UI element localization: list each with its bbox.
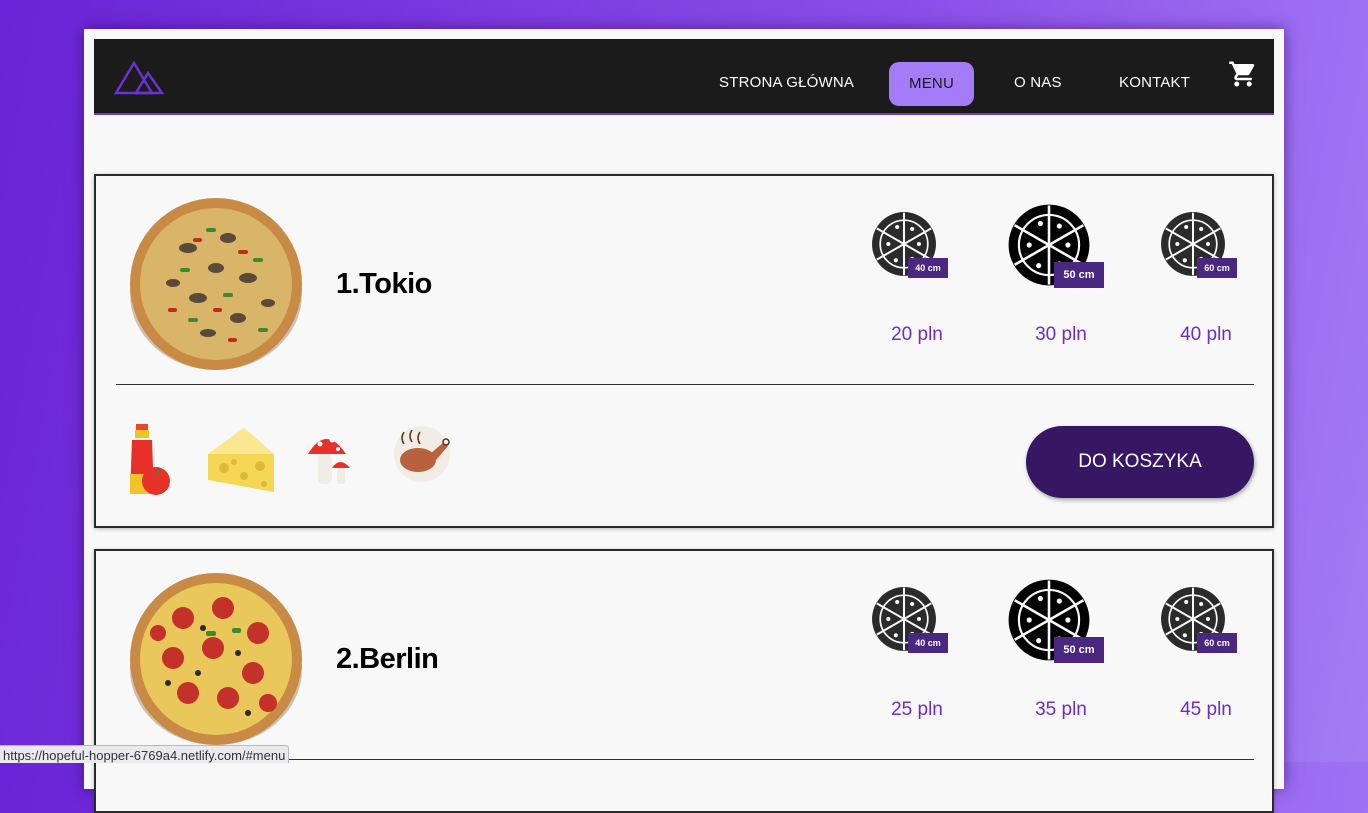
cheese-icon [208, 428, 274, 492]
add-to-cart-button[interactable]: DO KOSZYKA [1026, 426, 1254, 498]
status-bar-url: https://hopeful-hopper-6769a4.netlify.co… [0, 745, 290, 763]
nav-link-contact[interactable]: KONTAKT [1119, 61, 1190, 105]
size-badge: 60 cm [1197, 633, 1237, 653]
pizza-card: 1.Tokio 40 cm 20 pln 50 cm 30 pln 60 cm … [94, 174, 1274, 528]
price-label: 25 pln [891, 699, 943, 720]
nav-link-about[interactable]: O NAS [1014, 61, 1062, 105]
size-badge: 40 cm [908, 258, 948, 278]
price-label: 40 pln [1180, 324, 1232, 345]
pizza-tokio-image [130, 198, 302, 370]
pizza-berlin-image [130, 573, 302, 745]
mushroom-icon [308, 437, 350, 484]
price-label: 30 pln [1035, 324, 1087, 345]
price-label: 35 pln [1035, 699, 1087, 720]
pizza-name: 1.Tokio [336, 268, 432, 300]
size-badge: 40 cm [908, 633, 948, 653]
pizza-card: 2.Berlin 40 cm 25 pln 50 cm 35 pln 60 cm… [94, 549, 1274, 813]
nav-link-home[interactable]: STRONA GŁÓWNA [719, 61, 854, 105]
pizza-name: 2.Berlin [336, 643, 439, 675]
nav-link-menu[interactable]: MENU [889, 62, 974, 106]
divider [116, 384, 1254, 385]
shopping-cart-icon[interactable] [1228, 59, 1258, 89]
price-label: 45 pln [1180, 699, 1232, 720]
size-badge: 50 cm [1054, 262, 1104, 288]
page-container: STRONA GŁÓWNA MENU O NAS KONTAKT 1.Tokio… [84, 29, 1284, 813]
mountain-logo-icon[interactable] [114, 57, 166, 95]
ketchup-tomato-icon [130, 424, 170, 495]
navbar: STRONA GŁÓWNA MENU O NAS KONTAKT [94, 39, 1274, 115]
price-label: 20 pln [891, 324, 943, 345]
size-badge: 60 cm [1197, 258, 1237, 278]
chicken-icon [394, 426, 450, 482]
size-badge: 50 cm [1054, 637, 1104, 663]
